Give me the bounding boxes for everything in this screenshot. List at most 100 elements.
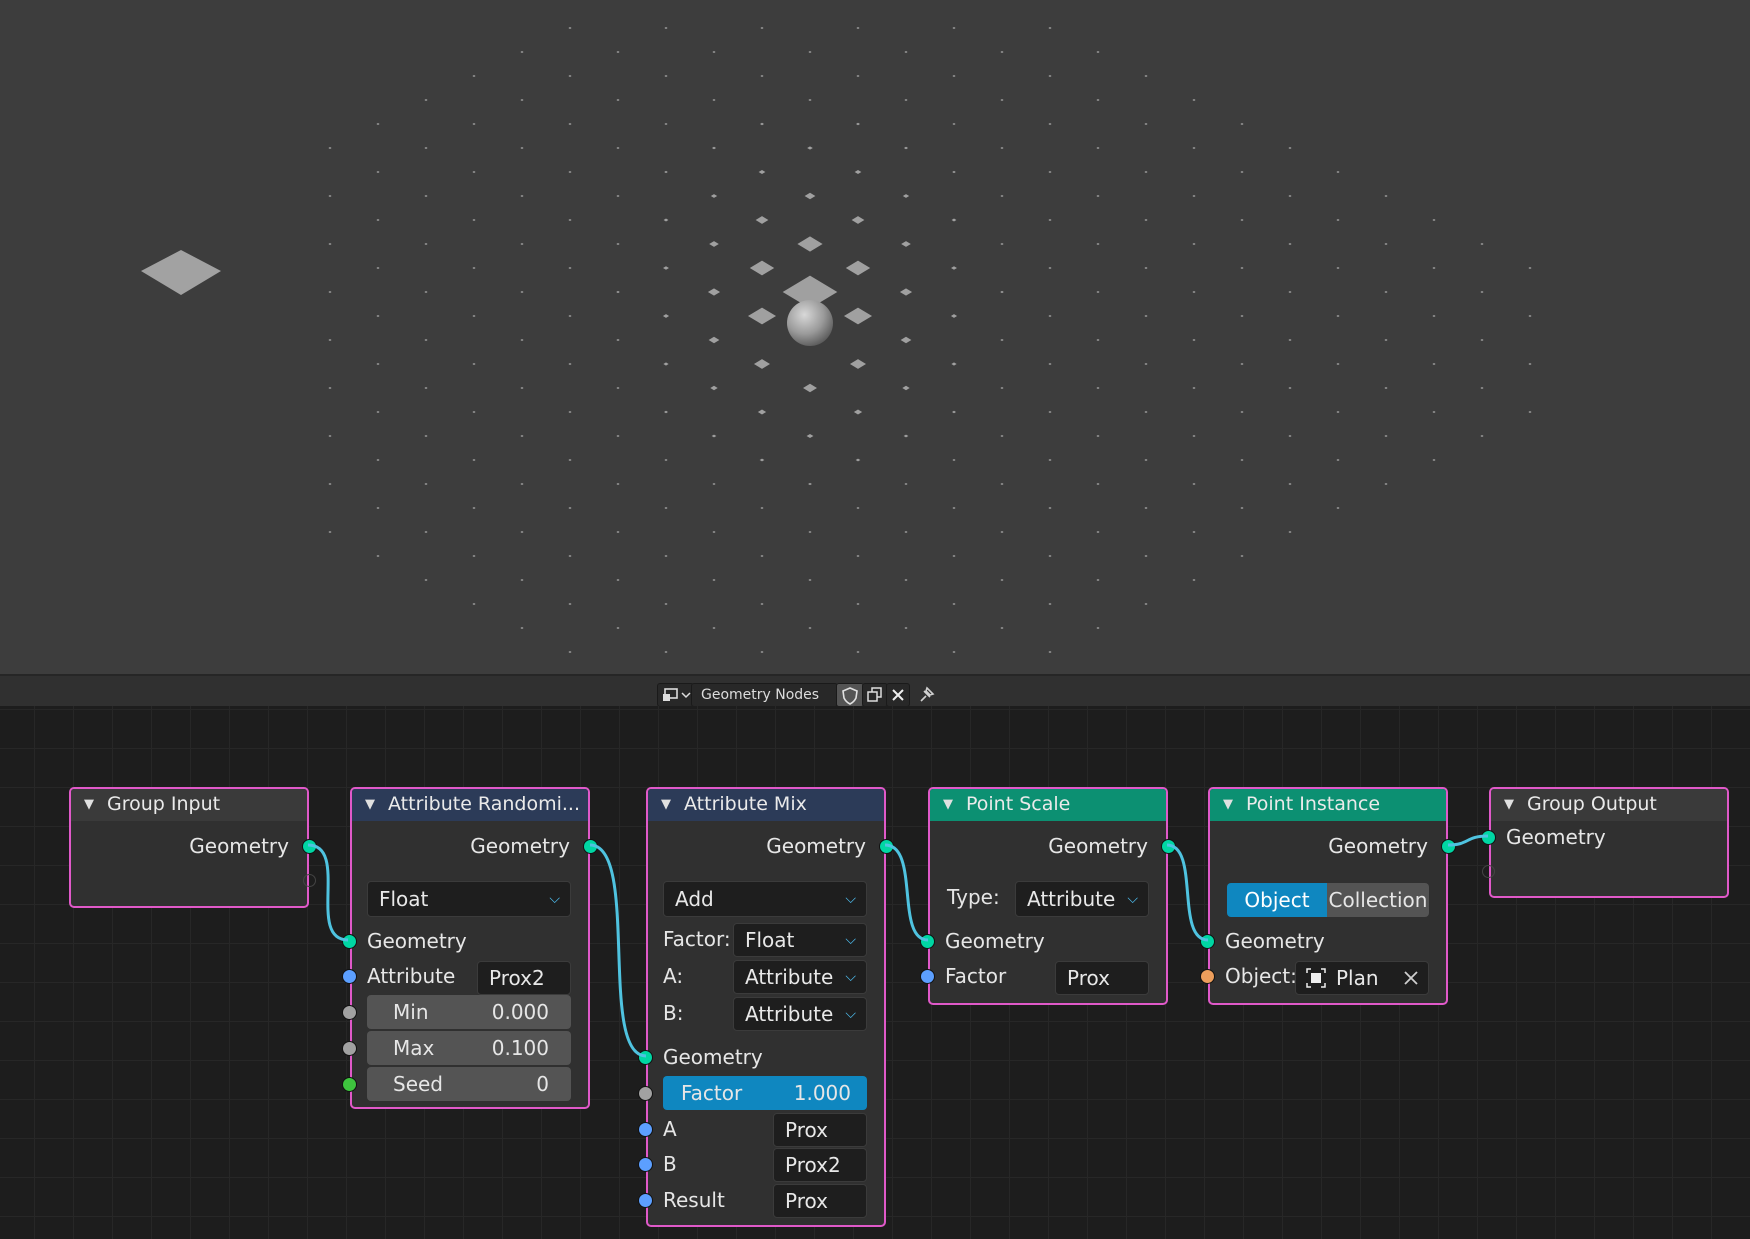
b-socket[interactable] bbox=[638, 1157, 653, 1172]
collapse-triangle-icon[interactable]: ▼ bbox=[365, 789, 375, 820]
node-header[interactable]: ▼ Group Output bbox=[1491, 789, 1727, 821]
instance-tile bbox=[1288, 243, 1292, 245]
instance-tile bbox=[900, 336, 912, 344]
input-geometry-socket[interactable] bbox=[342, 934, 357, 949]
editor-type-button[interactable] bbox=[657, 683, 694, 707]
max-slider[interactable]: Max 0.100 bbox=[367, 1031, 571, 1065]
empty-output-socket[interactable] bbox=[303, 874, 316, 887]
b-attribute-field[interactable]: Prox2 bbox=[773, 1148, 867, 1182]
a-socket[interactable] bbox=[638, 1122, 653, 1137]
node-header[interactable]: ▼ Point Instance bbox=[1210, 789, 1446, 821]
node-attribute-randomize[interactable]: ▼ Attribute Randomi... Geometry Float ⌵ Ge… bbox=[342, 787, 598, 1109]
factor-slider[interactable]: Factor 1.000 bbox=[663, 1076, 867, 1110]
pin-icon[interactable] bbox=[916, 683, 938, 705]
instance-tile bbox=[424, 291, 428, 293]
blend-mode-value: Add bbox=[675, 887, 714, 911]
output-geometry-socket[interactable] bbox=[1441, 839, 1456, 854]
instance-tile bbox=[616, 483, 620, 485]
mode-toggle-collection[interactable]: Collection bbox=[1327, 883, 1429, 917]
data-type-dropdown[interactable]: Float ⌵ bbox=[367, 881, 571, 917]
b-type-dropdown[interactable]: Attribute ⌵ bbox=[733, 997, 867, 1031]
instance-tile bbox=[901, 241, 911, 247]
seed-slider[interactable]: Seed 0 bbox=[367, 1067, 571, 1101]
instance-tile bbox=[808, 482, 812, 486]
instance-tile bbox=[616, 579, 620, 581]
blend-mode-dropdown[interactable]: Add ⌵ bbox=[663, 881, 867, 917]
node-attribute-mix[interactable]: ▼ Attribute Mix Geometry Add ⌵ Factor: Flo… bbox=[638, 787, 894, 1227]
output-geometry-socket[interactable] bbox=[1161, 839, 1176, 854]
input-geometry-socket[interactable] bbox=[920, 934, 935, 949]
node-header[interactable]: ▼ Attribute Mix bbox=[648, 789, 884, 821]
instance-tile bbox=[1480, 387, 1484, 389]
instance-tile bbox=[808, 51, 812, 53]
collapse-triangle-icon[interactable]: ▼ bbox=[1223, 789, 1233, 820]
factor-socket[interactable] bbox=[920, 969, 935, 984]
collapse-triangle-icon[interactable]: ▼ bbox=[1504, 789, 1514, 820]
min-slider[interactable]: Min 0.000 bbox=[367, 995, 571, 1029]
instance-tile bbox=[1000, 531, 1004, 533]
max-socket[interactable] bbox=[342, 1041, 357, 1056]
instance-tile bbox=[903, 146, 909, 150]
node-point-instance[interactable]: ▼ Point Instance Geometry Object Collecti… bbox=[1200, 787, 1456, 1005]
b-type-value: Attribute bbox=[745, 1002, 834, 1026]
close-icon[interactable] bbox=[1402, 969, 1420, 987]
duplicate-button[interactable] bbox=[862, 683, 888, 707]
instance-tile bbox=[664, 27, 668, 29]
seed-socket[interactable] bbox=[342, 1077, 357, 1092]
fake-user-button[interactable] bbox=[836, 683, 864, 707]
min-socket[interactable] bbox=[342, 1005, 357, 1020]
node-group-input[interactable]: ▼ Group Input Geometry bbox=[69, 787, 317, 908]
instance-tile bbox=[755, 216, 769, 224]
result-attribute-field[interactable]: Prox bbox=[773, 1184, 867, 1218]
instance-tile bbox=[952, 75, 956, 77]
empty-input-socket[interactable] bbox=[1482, 865, 1495, 878]
instance-tile bbox=[1528, 411, 1532, 413]
result-socket[interactable] bbox=[638, 1193, 653, 1208]
type-dropdown[interactable]: Attribute ⌵ bbox=[1015, 881, 1149, 917]
node-point-scale[interactable]: ▼ Point Scale Geometry Type: Attribute ⌵ G… bbox=[920, 787, 1176, 1005]
output-geometry-socket[interactable] bbox=[302, 839, 317, 854]
collapse-triangle-icon[interactable]: ▼ bbox=[943, 789, 953, 820]
attribute-name-field[interactable]: Prox2 bbox=[477, 961, 571, 995]
instance-tile bbox=[1384, 339, 1388, 341]
instance-tile bbox=[1240, 123, 1244, 125]
factor-type-dropdown[interactable]: Float ⌵ bbox=[733, 923, 867, 957]
3d-viewport[interactable] bbox=[0, 0, 1750, 674]
node-title: Point Instance bbox=[1246, 793, 1381, 815]
node-tree-name-field[interactable]: Geometry Nodes bbox=[691, 683, 838, 707]
object-socket[interactable] bbox=[1200, 969, 1215, 984]
node-title: Attribute Randomi... bbox=[388, 793, 580, 815]
instance-tile bbox=[709, 241, 719, 247]
instance-tile bbox=[568, 219, 572, 221]
node-header[interactable]: ▼ Attribute Randomi... bbox=[352, 789, 588, 821]
instance-tile bbox=[520, 243, 524, 245]
instance-tile bbox=[376, 555, 380, 557]
a-type-dropdown[interactable]: Attribute ⌵ bbox=[733, 960, 867, 994]
node-header[interactable]: ▼ Group Input bbox=[71, 789, 307, 821]
node-header[interactable]: ▼ Point Scale bbox=[930, 789, 1166, 821]
node-group-output[interactable]: ▼ Group Output Geometry bbox=[1481, 787, 1729, 898]
instance-tile bbox=[616, 195, 620, 197]
a-attribute-field[interactable]: Prox bbox=[773, 1113, 867, 1147]
output-geometry-socket[interactable] bbox=[879, 839, 894, 854]
output-geometry-socket[interactable] bbox=[583, 839, 598, 854]
instance-tile bbox=[616, 99, 620, 101]
factor-socket[interactable] bbox=[638, 1086, 653, 1101]
instance-tile bbox=[856, 651, 860, 653]
unlink-button[interactable] bbox=[886, 683, 910, 707]
factor-value: 1.000 bbox=[793, 1081, 851, 1105]
output-geometry-label: Geometry bbox=[189, 834, 289, 858]
factor-attribute-field[interactable]: Prox bbox=[1055, 961, 1149, 995]
object-picker-field[interactable]: Plan bbox=[1295, 961, 1429, 995]
collapse-triangle-icon[interactable]: ▼ bbox=[84, 789, 94, 820]
instance-tile bbox=[1480, 435, 1484, 437]
input-geometry-socket[interactable] bbox=[638, 1050, 653, 1065]
instance-tile bbox=[1384, 483, 1388, 485]
b-label: B bbox=[663, 1152, 677, 1176]
input-geometry-socket[interactable] bbox=[1481, 830, 1496, 845]
mode-toggle-object[interactable]: Object bbox=[1227, 883, 1327, 917]
input-geometry-socket[interactable] bbox=[1200, 934, 1215, 949]
collapse-triangle-icon[interactable]: ▼ bbox=[661, 789, 671, 820]
attribute-socket[interactable] bbox=[342, 969, 357, 984]
instance-tile bbox=[616, 387, 620, 389]
